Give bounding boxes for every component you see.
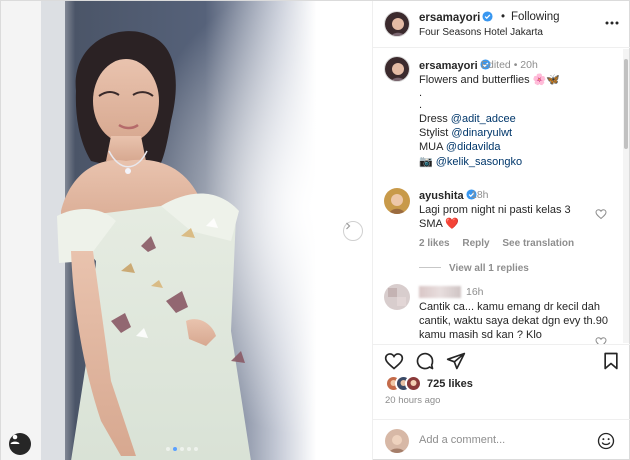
- caption-avatar[interactable]: [384, 56, 410, 82]
- comment-actions: 2 likes Reply See translation: [419, 238, 584, 249]
- add-comment-bar: [373, 419, 630, 460]
- comment-time: 16h: [466, 286, 484, 298]
- credit-label: Stylist: [419, 127, 452, 139]
- carousel-dot[interactable]: [187, 447, 191, 451]
- caption-title: Flowers and butterflies 🌸🦋: [419, 74, 561, 86]
- post-actions-bar: [373, 344, 630, 372]
- add-comment-input[interactable]: [419, 434, 579, 446]
- credit-label: MUA: [419, 141, 446, 153]
- like-comment-heart-icon[interactable]: [595, 208, 607, 220]
- verified-badge-icon: [482, 11, 493, 22]
- avatar-image: [385, 12, 409, 36]
- comment-time: 18h: [471, 189, 489, 201]
- post-timestamp[interactable]: 20 hours ago: [385, 395, 440, 406]
- caption-meta: Edited • 20h: [481, 59, 538, 71]
- credit-label: Dress: [419, 113, 451, 125]
- avatar-image: [385, 429, 409, 453]
- likes-count[interactable]: 725 likes: [427, 378, 473, 390]
- view-replies-button[interactable]: View all 1 replies: [419, 263, 529, 274]
- post-dialog: ersamayori • Following Four Seasons Hote…: [0, 0, 630, 460]
- photo-illustration: [1, 1, 372, 460]
- post-author-username[interactable]: ersamayori: [419, 11, 493, 24]
- save-bookmark-icon[interactable]: [601, 351, 621, 371]
- avatar-image-blurred: [384, 284, 410, 310]
- avatar-image: [385, 57, 409, 81]
- camera-icon: 📷: [419, 156, 433, 168]
- more-options-icon[interactable]: [604, 15, 620, 31]
- carousel-dots: [166, 447, 198, 451]
- tagged-users-button[interactable]: [9, 433, 31, 455]
- caption-credit-dress: Dress @adit_adcee: [419, 113, 516, 125]
- like-heart-icon[interactable]: [384, 351, 404, 371]
- reply-button[interactable]: Reply: [462, 238, 489, 249]
- caption-username[interactable]: ersamayori: [419, 59, 491, 72]
- following-button[interactable]: Following: [511, 11, 560, 23]
- caption-credit-stylist: Stylist @dinaryulwt: [419, 127, 512, 139]
- scrollbar-thumb[interactable]: [624, 59, 628, 149]
- person-icon: [10, 434, 20, 444]
- carousel-next-button[interactable]: [343, 221, 363, 241]
- commenter-avatar[interactable]: [384, 188, 410, 214]
- location-link[interactable]: Four Seasons Hotel Jakarta: [419, 27, 543, 38]
- username-text[interactable]: ersamayori: [419, 60, 478, 72]
- comments-list[interactable]: ersamayori Edited • 20h Flowers and butt…: [373, 48, 630, 344]
- emoji-smile-icon[interactable]: [597, 432, 615, 450]
- carousel-dot[interactable]: [180, 447, 184, 451]
- caption-dot: .: [419, 99, 423, 111]
- post-details-panel: ersamayori • Following Four Seasons Hote…: [372, 1, 630, 460]
- comment-likes-count[interactable]: 2 likes: [419, 238, 450, 249]
- liker-avatar: [405, 375, 422, 392]
- username-text[interactable]: ayushita: [419, 190, 464, 202]
- commenter-avatar[interactable]: [384, 284, 410, 310]
- like-comment-heart-icon[interactable]: [595, 336, 607, 344]
- carousel-dot[interactable]: [173, 447, 177, 451]
- comments-scrollbar[interactable]: [623, 49, 629, 343]
- mention-link[interactable]: @adit_adcee: [451, 113, 516, 125]
- post-photo[interactable]: [1, 1, 372, 460]
- caption-credit-mua: MUA @didavilda: [419, 141, 501, 153]
- view-replies-label[interactable]: View all 1 replies: [449, 263, 529, 274]
- caption-credit-photographer: 📷 @kelik_sasongko: [419, 155, 522, 168]
- chevron-right-icon: [346, 222, 351, 230]
- current-user-avatar: [385, 429, 409, 453]
- mention-link[interactable]: @didavilda: [446, 141, 501, 153]
- caption-dot: .: [419, 87, 423, 99]
- replies-divider-line: [419, 267, 441, 268]
- see-translation-link[interactable]: See translation: [502, 238, 574, 249]
- mention-link[interactable]: @dinaryulwt: [451, 127, 512, 139]
- avatar-image: [384, 188, 410, 214]
- separator-dot: •: [501, 11, 506, 23]
- post-header: ersamayori • Following Four Seasons Hote…: [373, 1, 630, 48]
- username-text[interactable]: ersamayori: [419, 12, 480, 24]
- comment-username[interactable]: ayushita: [419, 189, 477, 202]
- carousel-dot[interactable]: [194, 447, 198, 451]
- redacted-username: [419, 286, 461, 298]
- share-paper-plane-icon[interactable]: [446, 351, 466, 371]
- carousel-dot[interactable]: [166, 447, 170, 451]
- comment-text: Cantik ca... kamu emang dr kecil dah can…: [419, 301, 608, 341]
- mention-link[interactable]: @kelik_sasongko: [433, 156, 522, 168]
- comment-text: Lagi prom night ni pasti kelas 3 SMA ❤️: [419, 204, 571, 230]
- avatar[interactable]: [384, 11, 410, 37]
- comment-bubble-icon[interactable]: [415, 351, 435, 371]
